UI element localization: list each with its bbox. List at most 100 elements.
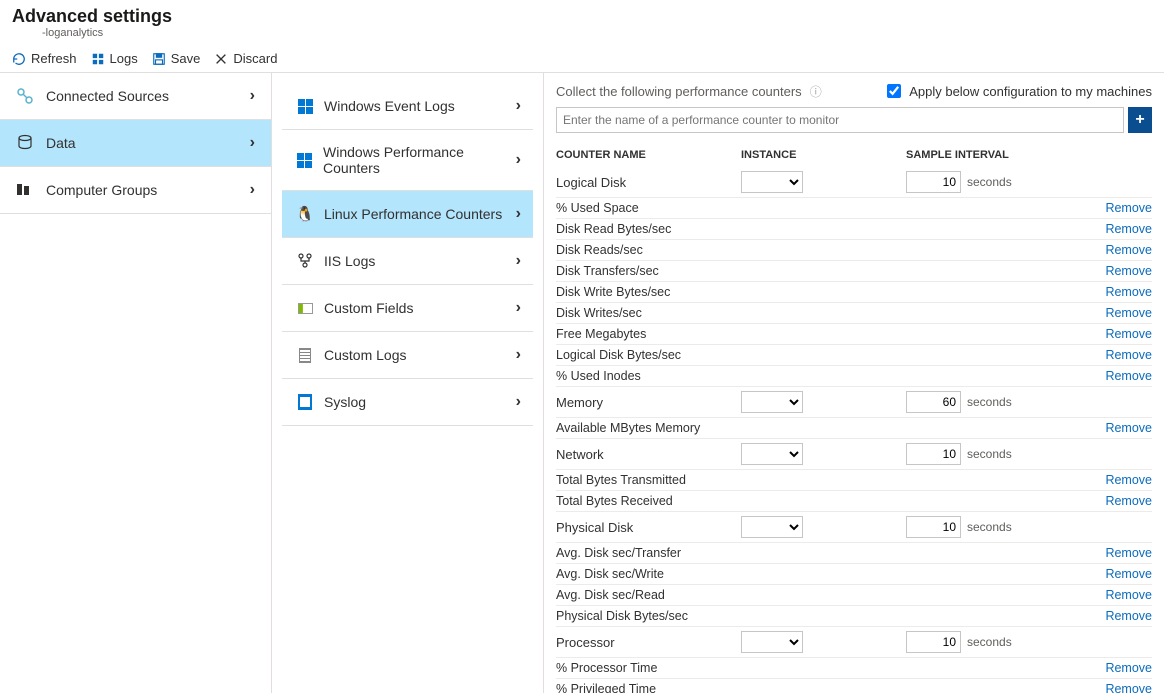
- refresh-button[interactable]: Refresh: [12, 51, 77, 66]
- remove-link[interactable]: Remove: [1105, 327, 1152, 341]
- counter-name: % Privileged Time: [556, 682, 1105, 693]
- remove-link[interactable]: Remove: [1105, 222, 1152, 236]
- help-icon[interactable]: ⓘ: [810, 83, 822, 100]
- computer-groups-icon: [16, 181, 38, 199]
- interval-input[interactable]: [906, 516, 961, 538]
- interval-input[interactable]: [906, 391, 961, 413]
- sub-custom-fields[interactable]: Custom Fields ›: [282, 285, 533, 332]
- counter-name: % Processor Time: [556, 661, 1105, 675]
- remove-link[interactable]: Remove: [1105, 494, 1152, 508]
- remove-link[interactable]: Remove: [1105, 285, 1152, 299]
- sub-windows-perf-counters[interactable]: Windows Performance Counters ›: [282, 130, 533, 191]
- panes: Connected Sources › Data › Computer Grou…: [0, 73, 1164, 693]
- counter-name: Disk Transfers/sec: [556, 264, 1105, 278]
- table-header: COUNTER NAME INSTANCE SAMPLE INTERVAL: [556, 143, 1152, 167]
- group-name: Logical Disk: [556, 175, 741, 190]
- remove-link[interactable]: Remove: [1105, 264, 1152, 278]
- sub-label: IIS Logs: [324, 253, 375, 269]
- connected-sources-icon: [16, 87, 38, 105]
- sub-syslog[interactable]: Syslog ›: [282, 379, 533, 426]
- search-row: +: [556, 107, 1152, 133]
- add-counter-button[interactable]: +: [1128, 107, 1152, 133]
- chevron-right-icon: ›: [250, 181, 255, 199]
- sub-windows-event-logs[interactable]: Windows Event Logs ›: [282, 83, 533, 130]
- nav-computer-groups[interactable]: Computer Groups ›: [0, 167, 271, 214]
- sub-custom-logs[interactable]: Custom Logs ›: [282, 332, 533, 379]
- interval-input[interactable]: [906, 631, 961, 653]
- nav-label: Computer Groups: [46, 182, 157, 198]
- instance-select[interactable]: [741, 443, 803, 465]
- apply-config-checkbox[interactable]: Apply below configuration to my machines: [883, 81, 1152, 101]
- sub-label: Custom Fields: [324, 300, 413, 316]
- remove-link[interactable]: Remove: [1105, 567, 1152, 581]
- instance-select[interactable]: [741, 391, 803, 413]
- nav-label: Connected Sources: [46, 88, 169, 104]
- seconds-label: seconds: [967, 395, 1012, 409]
- remove-link[interactable]: Remove: [1105, 546, 1152, 560]
- save-icon: [152, 52, 166, 66]
- counter-name: Disk Writes/sec: [556, 306, 1105, 320]
- sub-iis-logs[interactable]: IIS Logs ›: [282, 238, 533, 285]
- interval-input[interactable]: [906, 171, 961, 193]
- save-button[interactable]: Save: [152, 51, 201, 66]
- counter-row: Total Bytes TransmittedRemove: [556, 470, 1152, 491]
- remove-link[interactable]: Remove: [1105, 348, 1152, 362]
- refresh-icon: [12, 52, 26, 66]
- chevron-right-icon: ›: [516, 393, 521, 411]
- counter-name: Disk Write Bytes/sec: [556, 285, 1105, 299]
- seconds-label: seconds: [967, 635, 1012, 649]
- counter-name: % Used Inodes: [556, 369, 1105, 383]
- nav-data[interactable]: Data ›: [0, 120, 271, 167]
- remove-link[interactable]: Remove: [1105, 306, 1152, 320]
- counter-row: Disk Reads/secRemove: [556, 240, 1152, 261]
- iis-icon: [294, 253, 316, 269]
- counter-name: Avg. Disk sec/Write: [556, 567, 1105, 581]
- counter-group-row: Memoryseconds: [556, 387, 1152, 418]
- group-name: Processor: [556, 635, 741, 650]
- counter-group-row: Networkseconds: [556, 439, 1152, 470]
- chevron-right-icon: ›: [250, 87, 255, 105]
- counter-name: Avg. Disk sec/Read: [556, 588, 1105, 602]
- counter-search-input[interactable]: [556, 107, 1124, 133]
- counter-row: Total Bytes ReceivedRemove: [556, 491, 1152, 512]
- counter-row: Disk Transfers/secRemove: [556, 261, 1152, 282]
- counter-row: Logical Disk Bytes/secRemove: [556, 345, 1152, 366]
- interval-input[interactable]: [906, 443, 961, 465]
- counter-row: Free MegabytesRemove: [556, 324, 1152, 345]
- remove-link[interactable]: Remove: [1105, 421, 1152, 435]
- discard-button[interactable]: Discard: [214, 51, 277, 66]
- data-icon: [16, 134, 38, 152]
- seconds-label: seconds: [967, 520, 1012, 534]
- chevron-right-icon: ›: [516, 205, 521, 223]
- apply-config-label: Apply below configuration to my machines: [909, 84, 1152, 99]
- instance-select[interactable]: [741, 171, 803, 193]
- counter-name: Disk Read Bytes/sec: [556, 222, 1105, 236]
- logs-button[interactable]: Logs: [91, 51, 138, 66]
- windows-icon: [294, 99, 316, 114]
- counter-row: Avg. Disk sec/TransferRemove: [556, 543, 1152, 564]
- counter-name: Avg. Disk sec/Transfer: [556, 546, 1105, 560]
- counter-name: Physical Disk Bytes/sec: [556, 609, 1105, 623]
- sub-label: Windows Performance Counters: [323, 144, 516, 176]
- remove-link[interactable]: Remove: [1105, 369, 1152, 383]
- remove-link[interactable]: Remove: [1105, 682, 1152, 693]
- remove-link[interactable]: Remove: [1105, 473, 1152, 487]
- counter-row: Physical Disk Bytes/secRemove: [556, 606, 1152, 627]
- counter-row: Avg. Disk sec/ReadRemove: [556, 585, 1152, 606]
- sub-linux-perf-counters[interactable]: 🐧 Linux Performance Counters ›: [282, 191, 533, 238]
- apply-config-input[interactable]: [887, 84, 901, 98]
- remove-link[interactable]: Remove: [1105, 588, 1152, 602]
- chevron-right-icon: ›: [516, 299, 521, 317]
- collect-label: Collect the following performance counte…: [556, 84, 802, 99]
- remove-link[interactable]: Remove: [1105, 201, 1152, 215]
- nav-primary: Connected Sources › Data › Computer Grou…: [0, 73, 272, 693]
- nav-connected-sources[interactable]: Connected Sources ›: [0, 73, 271, 120]
- remove-link[interactable]: Remove: [1105, 661, 1152, 675]
- instance-select[interactable]: [741, 631, 803, 653]
- remove-link[interactable]: Remove: [1105, 243, 1152, 257]
- counter-row: Avg. Disk sec/WriteRemove: [556, 564, 1152, 585]
- instance-select[interactable]: [741, 516, 803, 538]
- remove-link[interactable]: Remove: [1105, 609, 1152, 623]
- counter-name: Disk Reads/sec: [556, 243, 1105, 257]
- page-title: Advanced settings: [12, 6, 1152, 27]
